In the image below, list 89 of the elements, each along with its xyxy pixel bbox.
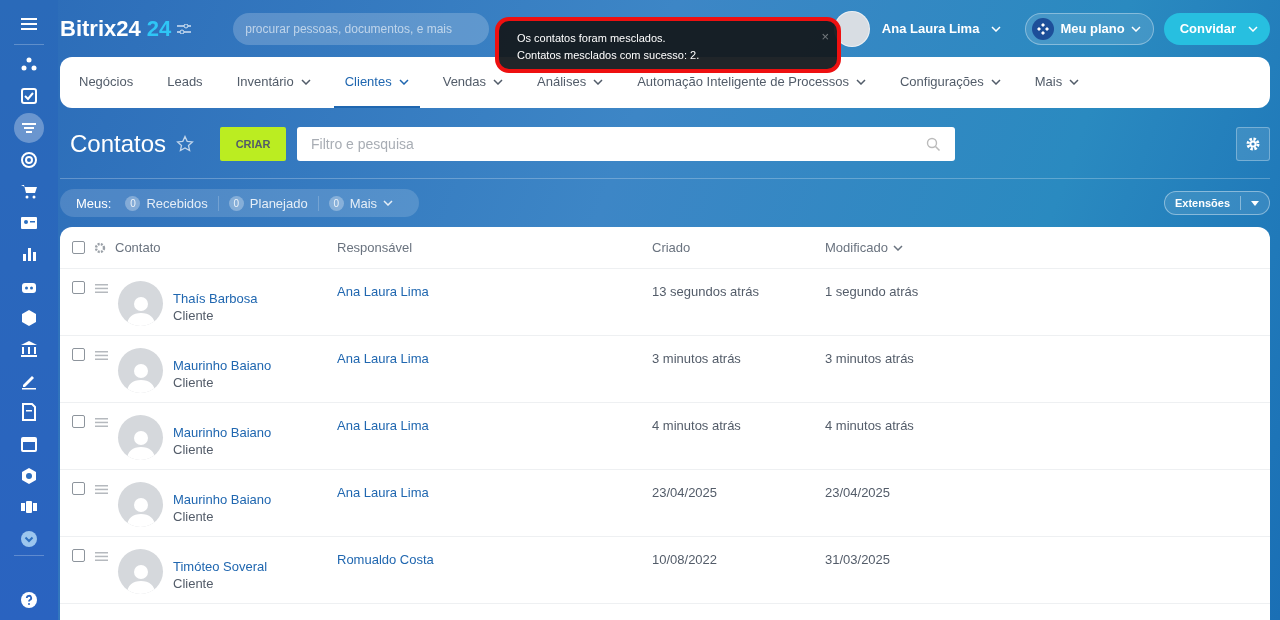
avatar-placeholder: [118, 348, 163, 393]
nav-tab[interactable]: Configurações: [888, 57, 1012, 108]
logo-number: 24: [146, 15, 172, 42]
contact-name-link[interactable]: Maurinho Baiano: [173, 425, 272, 440]
responsible-link[interactable]: Ana Laura Lima: [337, 418, 429, 433]
avatar-placeholder: [118, 549, 163, 594]
created-cell-text: 13 segundos atrás: [652, 283, 760, 299]
drag-handle-icon[interactable]: [95, 418, 108, 427]
drag-handle-icon[interactable]: [95, 284, 108, 293]
chevron-down-icon: [1130, 25, 1141, 32]
filter-search-field[interactable]: Filtro e pesquisa: [297, 127, 956, 161]
document-icon[interactable]: [20, 403, 38, 422]
select-all-checkbox[interactable]: [72, 241, 85, 254]
cube-icon[interactable]: [20, 308, 38, 327]
menu-icon[interactable]: [21, 18, 37, 30]
extensions-button[interactable]: Extensões: [1163, 191, 1270, 215]
notification-text: Contatos mesclados com sucesso: 2.: [517, 49, 701, 61]
counters-label: Meus:: [76, 195, 112, 211]
modified-cell-text: 3 minutos atrás: [825, 350, 915, 366]
column-header[interactable]: Contato: [115, 240, 161, 255]
bar-chart-icon[interactable]: [20, 245, 38, 264]
sort-chevron-icon: [892, 244, 903, 251]
contact-name-link[interactable]: Timóteo Soveral: [173, 559, 268, 574]
contact-type: Cliente: [173, 576, 215, 591]
modified-cell-text: 23/04/2025: [825, 484, 892, 500]
row-checkbox[interactable]: [72, 482, 85, 495]
modified-cell-text: 4 minutos atrás: [825, 417, 915, 433]
drag-handle-icon[interactable]: [95, 485, 108, 494]
row-checkbox[interactable]: [72, 281, 85, 294]
cart-icon[interactable]: [20, 182, 38, 201]
chevron-circle-icon[interactable]: [20, 529, 38, 548]
notification-text: Os contatos foram mesclados.: [517, 32, 667, 44]
page-title: Contatos: [70, 130, 167, 158]
star-icon[interactable]: [176, 135, 195, 153]
created-cell-text: 3 minutos atrás: [652, 350, 742, 366]
created-cell-text: 23/04/2025: [652, 484, 719, 500]
nav-tab[interactable]: Inventário: [225, 57, 322, 108]
column-header[interactable]: Criado: [652, 240, 825, 255]
drag-handle-icon[interactable]: [95, 552, 108, 561]
avatar-placeholder: [118, 281, 163, 326]
row-checkbox[interactable]: [72, 415, 85, 428]
plan-button[interactable]: Meu plano: [1025, 12, 1154, 45]
nav-tab[interactable]: Negócios: [68, 57, 145, 108]
target-icon[interactable]: [20, 150, 38, 169]
close-button[interactable]: ×: [821, 29, 829, 44]
responsible-link[interactable]: Ana Laura Lima: [337, 485, 429, 500]
sliders-icon[interactable]: [177, 23, 192, 34]
row-checkbox[interactable]: [72, 348, 85, 361]
checkbox-icon[interactable]: [20, 87, 38, 106]
building-icon[interactable]: [20, 340, 38, 359]
avatar-placeholder: [118, 415, 163, 460]
contact-type: Cliente: [173, 375, 215, 390]
responsible-link[interactable]: Ana Laura Lima: [337, 284, 429, 299]
contact-type: Cliente: [173, 308, 215, 323]
column-header[interactable]: Modificado: [825, 240, 1270, 255]
modified-cell-text: 1 segundo atrás: [825, 283, 920, 299]
chevron-down-icon: [1248, 25, 1258, 32]
contact-name-link[interactable]: Maurinho Baiano: [173, 358, 272, 373]
contact-type: Cliente: [173, 509, 215, 524]
create-button[interactable]: CRIAR: [220, 127, 287, 161]
avatar-placeholder: [118, 482, 163, 527]
contact-name-link[interactable]: Maurinho Baiano: [173, 492, 272, 507]
caret-icon: [1251, 200, 1259, 206]
created-cell-text: 4 minutos atrás: [652, 417, 742, 433]
nav-tab[interactable]: Vendas: [431, 57, 515, 108]
hexagon-icon[interactable]: [20, 466, 38, 485]
nav-tab[interactable]: Mais: [1023, 57, 1091, 108]
help-icon[interactable]: [21, 592, 37, 608]
settings-button[interactable]: [1236, 127, 1270, 161]
chevron-down-icon: [991, 25, 1002, 32]
drag-handle-icon[interactable]: [95, 351, 108, 360]
created-cell-text: 10/08/2022: [652, 551, 719, 567]
responsible-link[interactable]: Ana Laura Lima: [337, 351, 429, 366]
contact-name-link[interactable]: Thaís Barbosa: [173, 291, 258, 306]
nav-tab[interactable]: Clientes: [333, 57, 420, 108]
column-header[interactable]: Responsável: [337, 240, 652, 255]
calendar-icon[interactable]: [20, 434, 38, 453]
logo-text: Bitrix24: [60, 15, 141, 42]
sidebar-item[interactable]: [14, 113, 44, 143]
diamond-icon: [1037, 22, 1050, 35]
nav-tab[interactable]: Leads: [156, 57, 214, 108]
user-name[interactable]: Ana Laura Lima: [881, 21, 980, 36]
row-checkbox[interactable]: [72, 549, 85, 562]
modified-cell-text: 31/03/2025: [825, 551, 892, 567]
counter-filter[interactable]: 0 Recebidos: [125, 195, 218, 211]
gear-icon: [1245, 136, 1261, 152]
responsible-link[interactable]: Romualdo Costa: [337, 552, 434, 567]
contact-type: Cliente: [173, 442, 215, 457]
gear-icon[interactable]: [94, 241, 106, 254]
